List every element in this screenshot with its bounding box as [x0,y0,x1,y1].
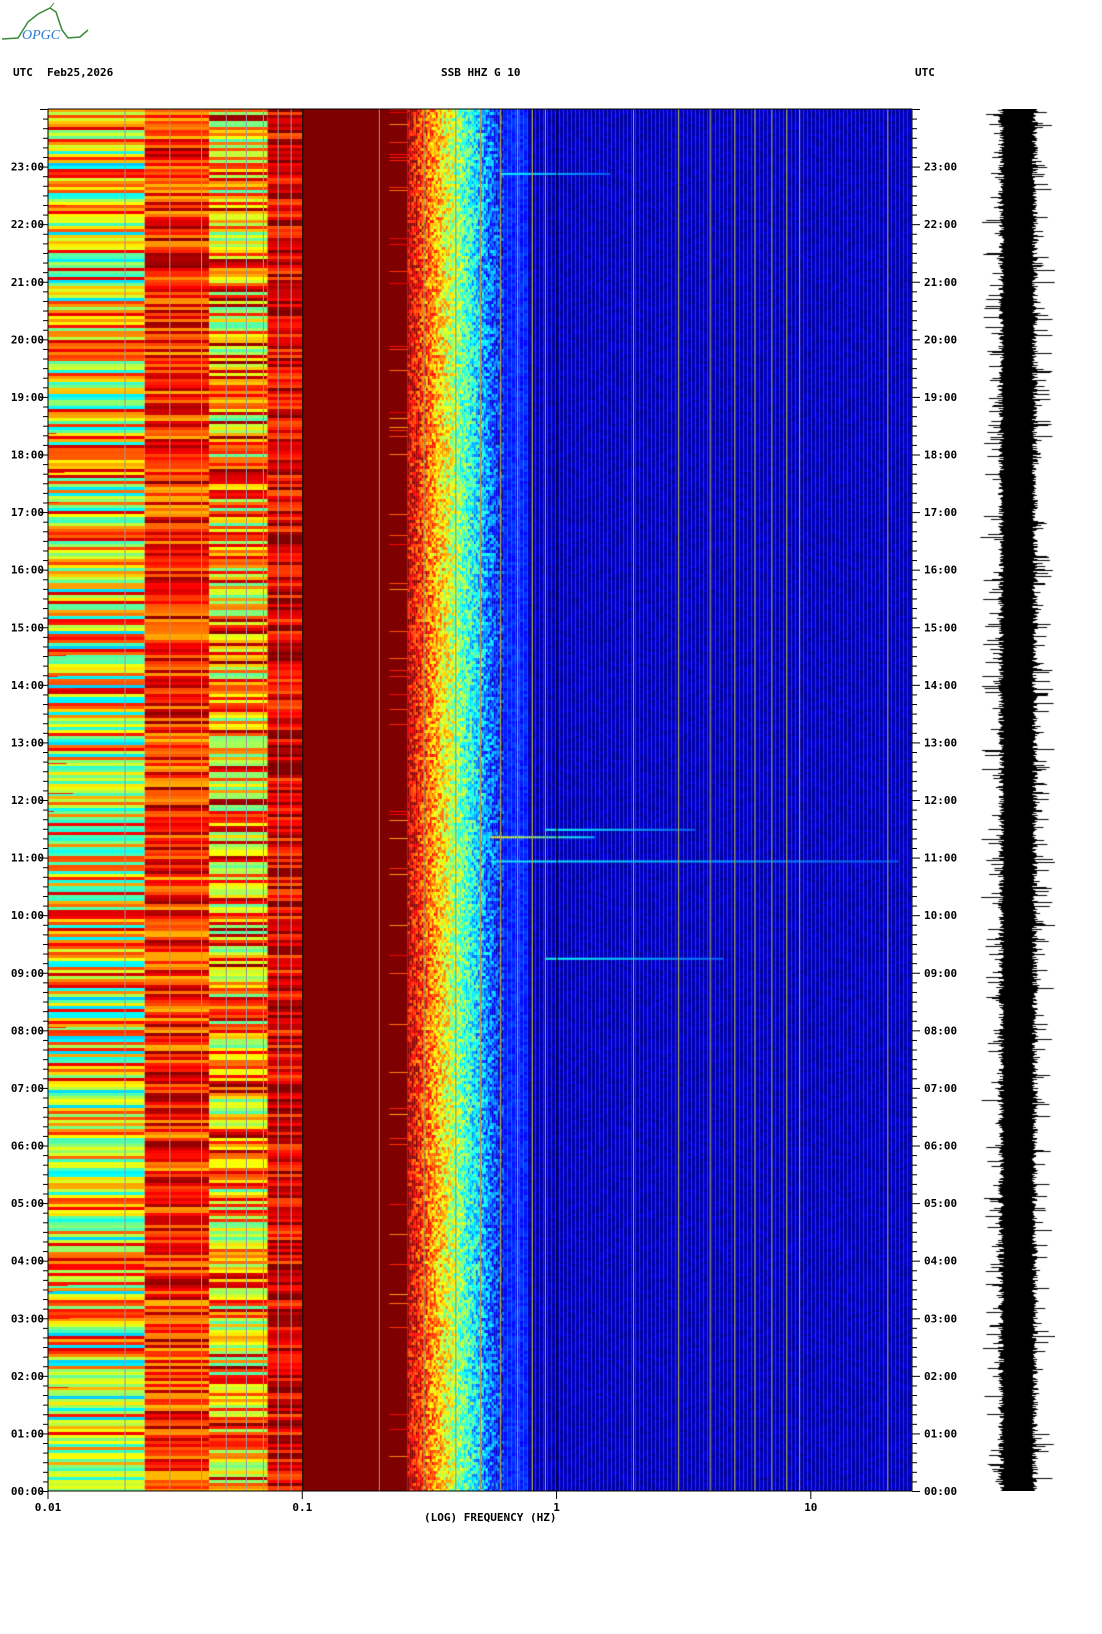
y-tick-label-right: 07:00 [924,1082,957,1095]
y-tick-label-right: 15:00 [924,621,957,634]
y-tick-label-left: 20:00 [11,333,44,346]
y-tick-label-left: 16:00 [11,564,44,577]
y-tick-label-left: 14:00 [11,679,44,692]
y-tick-label-left: 00:00 [11,1485,44,1498]
y-tick-label-left: 11:00 [11,852,44,865]
y-tick-label-left: 02:00 [11,1370,44,1383]
y-tick-label-right: 04:00 [924,1255,957,1268]
y-tick-label-right: 17:00 [924,506,957,519]
y-tick-label-right: 21:00 [924,276,957,289]
y-tick-label-left: 19:00 [11,391,44,404]
y-tick-label-left: 23:00 [11,161,44,174]
y-tick-label-left: 15:00 [11,621,44,634]
y-tick-label-right: 10:00 [924,909,957,922]
y-tick-label-left: 13:00 [11,736,44,749]
y-tick-label-left: 18:00 [11,449,44,462]
y-tick-label-left: 07:00 [11,1082,44,1095]
y-tick-label-right: 11:00 [924,852,957,865]
y-tick-label-right: 02:00 [924,1370,957,1383]
y-tick-label-left: 06:00 [11,1140,44,1153]
y-tick-label-left: 03:00 [11,1312,44,1325]
x-tick-label: 0.1 [292,1501,312,1514]
y-tick-label-right: 06:00 [924,1140,957,1153]
y-tick-label-left: 08:00 [11,1024,44,1037]
y-tick-label-right: 13:00 [924,736,957,749]
y-tick-label-right: 01:00 [924,1427,957,1440]
y-tick-label-right: 22:00 [924,218,957,231]
y-tick-label-left: 17:00 [11,506,44,519]
y-tick-label-right: 18:00 [924,449,957,462]
y-tick-label-left: 04:00 [11,1255,44,1268]
y-tick-label-left: 05:00 [11,1197,44,1210]
y-tick-label-left: 22:00 [11,218,44,231]
y-tick-label-left: 01:00 [11,1427,44,1440]
y-tick-label-right: 19:00 [924,391,957,404]
y-tick-label-right: 05:00 [924,1197,957,1210]
y-tick-label-right: 09:00 [924,967,957,980]
y-tick-label-right: 03:00 [924,1312,957,1325]
y-tick-label-left: 12:00 [11,794,44,807]
y-tick-label-right: 16:00 [924,564,957,577]
x-tick-label: 10 [804,1501,817,1514]
y-tick-label-right: 20:00 [924,333,957,346]
y-tick-label-right: 14:00 [924,679,957,692]
y-tick-label-left: 21:00 [11,276,44,289]
y-tick-label-right: 08:00 [924,1024,957,1037]
y-tick-label-right: 12:00 [924,794,957,807]
y-tick-label-right: 23:00 [924,161,957,174]
x-tick-label: 0.01 [35,1501,62,1514]
x-axis-label: (LOG) FREQUENCY (HZ) [424,1511,556,1524]
chart-axes: 0.01 0.1 1 1000:00 00:0001:00 01:0002:00 02:00… [11,108,957,1524]
y-tick-label-left: 09:00 [11,967,44,980]
y-tick-label-left: 10:00 [11,909,44,922]
y-tick-label-right: 00:00 [924,1485,957,1498]
